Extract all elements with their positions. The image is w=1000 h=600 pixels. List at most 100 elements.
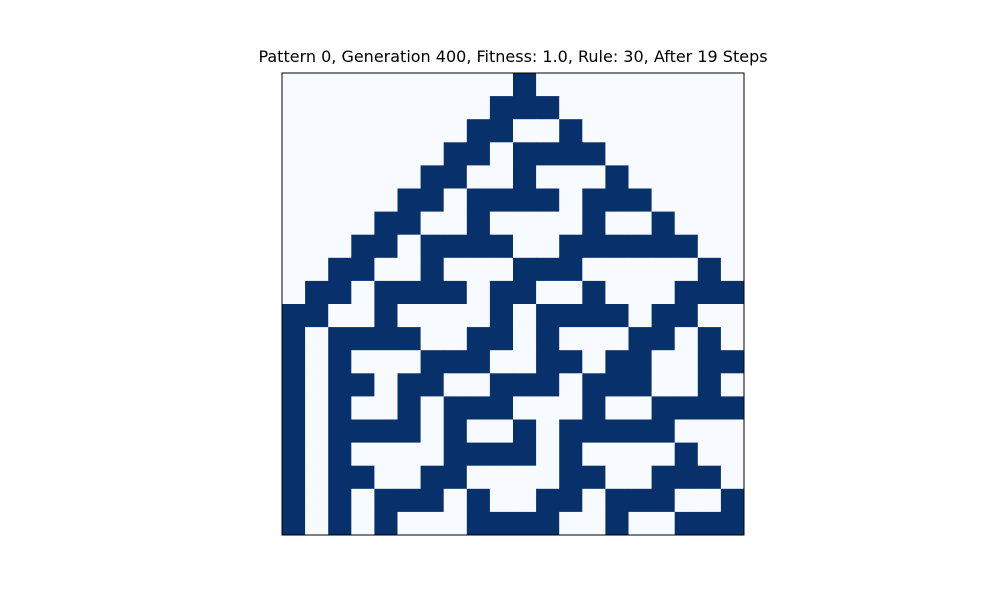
heatmap-cell-r14-c8 (466, 396, 491, 420)
heatmap-cell-r6-c2 (328, 211, 352, 236)
cellular-automaton-heatmap (281, 72, 745, 536)
heatmap-cell-r17-c16 (651, 465, 676, 490)
heatmap-cell-r18-c11 (536, 488, 560, 513)
heatmap-cell-r14-c4 (374, 396, 398, 420)
heatmap-cell-r12-c10 (513, 350, 537, 374)
heatmap-cell-r7-c13 (582, 234, 606, 259)
heatmap-cell-r19-c8 (466, 511, 491, 536)
heatmap-cell-r7-c9 (489, 234, 514, 259)
heatmap-cell-r9-c17 (674, 280, 699, 305)
heatmap-cell-r17-c14 (605, 465, 629, 490)
heatmap-cell-r7-c19 (720, 234, 745, 259)
heatmap-cell-r8-c18 (697, 257, 722, 282)
heatmap-cell-r19-c1 (305, 511, 329, 536)
heatmap-cell-r1-c11 (536, 96, 560, 120)
heatmap-cell-r6-c13 (582, 211, 606, 236)
heatmap-cell-r0-c18 (697, 73, 722, 97)
heatmap-cell-r10-c4 (374, 304, 398, 328)
heatmap-cell-r14-c14 (605, 396, 629, 420)
heatmap-cell-r3-c5 (397, 142, 421, 166)
heatmap-cell-r1-c16 (651, 96, 676, 120)
heatmap-cell-r10-c17 (674, 304, 699, 328)
heatmap-cell-r15-c18 (697, 419, 722, 443)
heatmap-cell-r13-c10 (513, 373, 537, 397)
heatmap-cell-r15-c19 (720, 419, 745, 443)
heatmap-cell-r0-c15 (628, 73, 652, 97)
heatmap-cell-r7-c2 (328, 234, 352, 259)
heatmap-cell-r3-c4 (374, 142, 398, 166)
heatmap-cell-r6-c12 (559, 211, 583, 236)
heatmap-cell-r3-c12 (559, 142, 583, 166)
heatmap-cell-r16-c13 (582, 442, 606, 467)
heatmap-cell-r13-c3 (351, 373, 375, 397)
heatmap-cell-r19-c7 (443, 511, 468, 536)
heatmap-cell-r10-c11 (536, 304, 560, 328)
heatmap-cell-r7-c8 (466, 234, 491, 259)
heatmap-cell-r3-c18 (697, 142, 722, 166)
heatmap-cell-r9-c0 (282, 280, 306, 305)
heatmap-cell-r11-c5 (397, 327, 421, 351)
heatmap-cell-r1-c17 (674, 96, 699, 120)
heatmap-cell-r6-c6 (420, 211, 445, 236)
heatmap-cell-r15-c2 (328, 419, 352, 443)
heatmap-cell-r15-c11 (536, 419, 560, 443)
heatmap-cell-r9-c14 (605, 280, 629, 305)
heatmap-cell-r9-c4 (374, 280, 398, 305)
heatmap-cell-r10-c18 (697, 304, 722, 328)
heatmap-cell-r12-c7 (443, 350, 468, 374)
heatmap-cell-r13-c1 (305, 373, 329, 397)
heatmap-cell-r17-c4 (374, 465, 398, 490)
heatmap-cell-r13-c8 (466, 373, 491, 397)
heatmap-cell-r9-c8 (466, 280, 491, 305)
heatmap-cell-r15-c0 (282, 419, 306, 443)
heatmap-cell-r6-c1 (305, 211, 329, 236)
heatmap-cell-r9-c16 (651, 280, 676, 305)
heatmap-cell-r11-c2 (328, 327, 352, 351)
heatmap-cell-r4-c11 (536, 165, 560, 189)
heatmap-cell-r18-c8 (466, 488, 491, 513)
heatmap-cell-r18-c19 (720, 488, 745, 513)
heatmap-cell-r8-c19 (720, 257, 745, 282)
heatmap-cell-r5-c0 (282, 188, 306, 212)
heatmap-cell-r1-c3 (351, 96, 375, 120)
heatmap-cell-r2-c0 (282, 119, 306, 143)
heatmap-cell-r17-c15 (628, 465, 652, 490)
heatmap-cell-r2-c7 (443, 119, 468, 143)
heatmap-cell-r6-c14 (605, 211, 629, 236)
heatmap-cell-r2-c10 (513, 119, 537, 143)
heatmap-cell-r12-c6 (420, 350, 445, 374)
heatmap-cell-r7-c5 (397, 234, 421, 259)
heatmap-cell-r5-c2 (328, 188, 352, 212)
heatmap-cell-r15-c16 (651, 419, 676, 443)
heatmap-cell-r1-c13 (582, 96, 606, 120)
heatmap-cell-r15-c17 (674, 419, 699, 443)
heatmap-cell-r8-c10 (513, 257, 537, 282)
heatmap-cell-r5-c13 (582, 188, 606, 212)
heatmap-cell-r16-c19 (720, 442, 745, 467)
heatmap-cell-r7-c14 (605, 234, 629, 259)
heatmap-cell-r9-c18 (697, 280, 722, 305)
heatmap-cell-r3-c11 (536, 142, 560, 166)
heatmap-cell-r8-c6 (420, 257, 445, 282)
heatmap-cell-r19-c16 (651, 511, 676, 536)
heatmap-cell-r18-c10 (513, 488, 537, 513)
heatmap-cell-r5-c14 (605, 188, 629, 212)
heatmap-cell-r18-c7 (443, 488, 468, 513)
heatmap-cell-r8-c15 (628, 257, 652, 282)
heatmap-cell-r17-c10 (513, 465, 537, 490)
heatmap-cell-r5-c7 (443, 188, 468, 212)
heatmap-cell-r16-c7 (443, 442, 468, 467)
heatmap-cell-r13-c17 (674, 373, 699, 397)
heatmap-cell-r0-c14 (605, 73, 629, 97)
heatmap-cell-r6-c10 (513, 211, 537, 236)
heatmap-cell-r3-c10 (513, 142, 537, 166)
heatmap-cell-r3-c13 (582, 142, 606, 166)
heatmap-cell-r15-c14 (605, 419, 629, 443)
heatmap-cell-r17-c6 (420, 465, 445, 490)
heatmap-cell-r12-c4 (374, 350, 398, 374)
heatmap-cell-r15-c13 (582, 419, 606, 443)
heatmap-cell-r14-c5 (397, 396, 421, 420)
heatmap-cell-r12-c13 (582, 350, 606, 374)
heatmap-cell-r12-c14 (605, 350, 629, 374)
heatmap-cell-r16-c4 (374, 442, 398, 467)
